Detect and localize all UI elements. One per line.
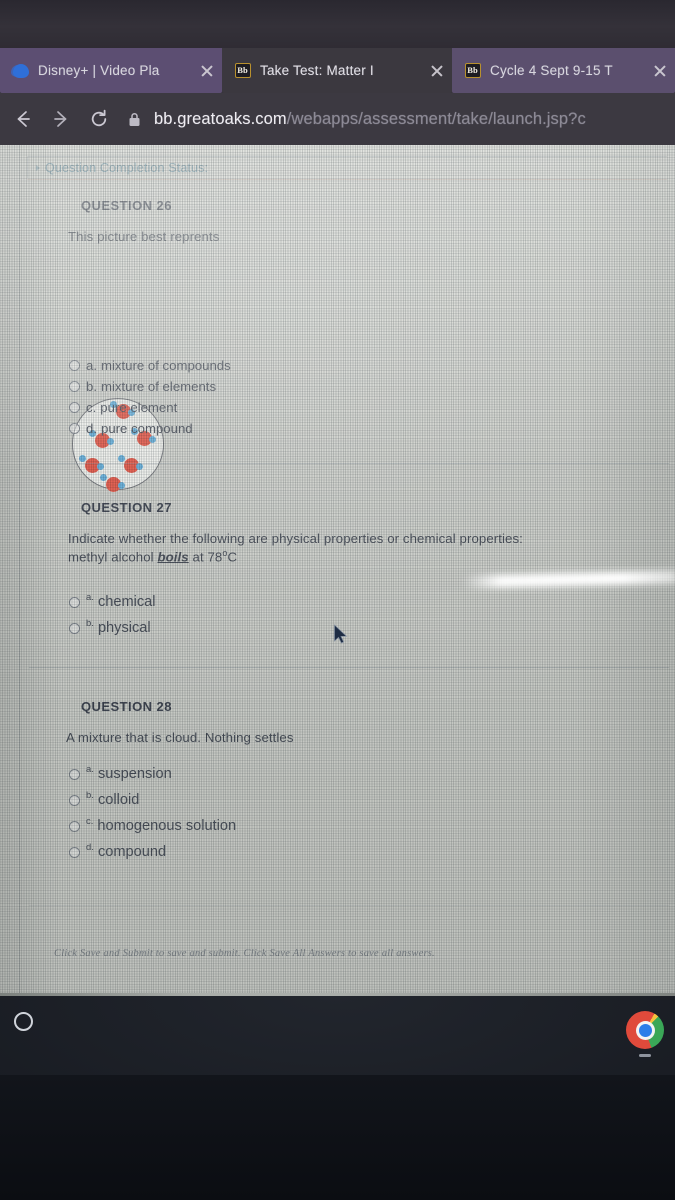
question-block-26: QUESTION 26 This picture best reprents [0, 198, 675, 246]
option-c[interactable]: c. pure element [69, 397, 231, 418]
launcher-icon[interactable] [14, 1012, 33, 1031]
chrome-running-indicator [639, 1054, 651, 1057]
option-label: suspension [97, 766, 172, 782]
url-host: bb.greatoaks.com [154, 109, 287, 128]
browser-chrome: Disney+ | Video Pla Bb Take Test: Matter… [0, 48, 675, 145]
radio-icon[interactable] [69, 596, 80, 608]
question-completion-status-label: Question Completion Status: [45, 160, 209, 175]
tab-title: Cycle 4 Sept 9-15 T [490, 63, 613, 78]
tab-title: Disney+ | Video Pla [38, 63, 160, 78]
prompt-line-1: Indicate whether the following are physi… [68, 531, 523, 546]
question-heading: QUESTION 27 [81, 500, 172, 515]
browser-tab-disney[interactable]: Disney+ | Video Pla [0, 48, 222, 93]
question-prompt: A mixture that is cloud. Nothing settles [66, 730, 294, 745]
option-letter: c. [86, 816, 94, 827]
url-text: bb.greatoaks.com/webapps/assessment/take… [154, 110, 586, 129]
option-label: chemical [97, 594, 156, 610]
option-letter: c. [86, 400, 97, 415]
close-icon[interactable] [428, 62, 446, 80]
question-completion-status[interactable]: Question Completion Status: [27, 156, 667, 178]
option-letter: a. [86, 358, 97, 373]
browser-tab-take-test[interactable]: Bb Take Test: Matter I [222, 48, 452, 93]
option-letter: a. [86, 592, 94, 603]
screen-top-bezel [0, 0, 675, 48]
close-icon[interactable] [651, 62, 669, 80]
question-heading: QUESTION 28 [81, 699, 172, 714]
option-letter: a. [86, 764, 94, 775]
option-label: mixture of elements [101, 379, 217, 394]
question-26-options: a. mixture of compounds b. mixture of el… [69, 355, 231, 439]
option-label: pure compound [101, 421, 193, 436]
url-path: /webapps/assessment/take/launch.jsp?c [286, 109, 586, 128]
question-separator [29, 667, 669, 668]
option-a[interactable]: a. chemical [69, 589, 156, 615]
question-28-options: a. suspension b. colloid c. homogenous s… [69, 761, 236, 865]
close-icon[interactable] [198, 62, 216, 80]
content-left-rule [19, 145, 20, 993]
question-separator [29, 905, 669, 906]
option-a[interactable]: a. suspension [69, 761, 236, 787]
radio-icon[interactable] [69, 622, 80, 634]
radio-icon[interactable] [69, 794, 80, 806]
status-divider [27, 179, 667, 180]
expand-caret-icon[interactable] [36, 164, 40, 171]
forward-icon[interactable] [42, 100, 80, 138]
prompt-line-2-end: C [227, 549, 238, 565]
option-letter: b. [86, 379, 97, 394]
option-label: physical [97, 620, 151, 636]
option-label: pure element [100, 400, 178, 415]
prompt-line-2-pre: methyl alcohol [68, 549, 158, 565]
blackboard-test-content: Question Completion Status: QUESTION 26 … [0, 145, 675, 993]
tab-title: Take Test: Matter I [260, 63, 374, 78]
question-block-28: QUESTION 28 A mixture that is cloud. Not… [0, 699, 675, 747]
back-icon[interactable] [4, 100, 42, 138]
web-page-viewport: Question Completion Status: QUESTION 26 … [0, 145, 675, 993]
question-heading: QUESTION 26 [81, 198, 172, 213]
option-c[interactable]: c. homogenous solution [69, 813, 236, 839]
option-letter: d. [86, 421, 97, 436]
option-label: compound [97, 844, 167, 860]
mouse-cursor [333, 624, 349, 651]
address-bar[interactable]: bb.greatoaks.com/webapps/assessment/take… [124, 102, 675, 136]
tab-strip: Disney+ | Video Pla Bb Take Test: Matter… [0, 48, 675, 93]
option-label: homogenous solution [97, 818, 237, 834]
option-letter: b. [86, 618, 94, 629]
question-prompt: Indicate whether the following are physi… [68, 531, 675, 566]
option-b[interactable]: b. physical [69, 615, 156, 641]
blackboard-icon: Bb [234, 62, 251, 79]
option-letter: d. [86, 842, 94, 853]
radio-icon[interactable] [69, 423, 80, 434]
prompt-emphasis: boils [157, 549, 189, 565]
option-b[interactable]: b. mixture of elements [69, 376, 231, 397]
option-b[interactable]: b. colloid [69, 787, 236, 813]
radio-icon[interactable] [69, 846, 80, 858]
chromebook-screen-photo: Disney+ | Video Pla Bb Take Test: Matter… [0, 0, 675, 1200]
option-label: colloid [97, 792, 140, 808]
disney-icon [12, 62, 29, 79]
screen-bottom-bezel [0, 1075, 675, 1200]
chrome-icon[interactable] [626, 1011, 664, 1049]
question-separator [29, 463, 669, 464]
question-prompt: This picture best reprents [68, 229, 220, 244]
option-d[interactable]: d. pure compound [69, 418, 231, 439]
lock-icon [124, 112, 144, 127]
radio-icon[interactable] [69, 820, 80, 832]
question-27-options: a. chemical b. physical [69, 589, 156, 641]
prompt-line-2-post: at 78 [188, 549, 223, 565]
radio-icon[interactable] [69, 360, 80, 371]
option-label: mixture of compounds [101, 358, 231, 373]
option-letter: b. [86, 790, 94, 801]
reload-icon[interactable] [80, 100, 118, 138]
option-d[interactable]: d. compound [69, 839, 236, 865]
radio-icon[interactable] [69, 402, 80, 413]
shelf-top-edge [0, 993, 675, 996]
radio-icon[interactable] [69, 768, 80, 780]
radio-icon[interactable] [69, 381, 80, 392]
option-a[interactable]: a. mixture of compounds [69, 355, 231, 376]
question-block-27: QUESTION 27 Indicate whether the followi… [0, 500, 675, 566]
save-instructions-note: Click Save and Submit to save and submit… [54, 948, 435, 959]
omnibox-row: bb.greatoaks.com/webapps/assessment/take… [0, 93, 675, 145]
browser-tab-cycle-4[interactable]: Bb Cycle 4 Sept 9-15 T [452, 48, 675, 93]
blackboard-icon: Bb [464, 62, 481, 79]
